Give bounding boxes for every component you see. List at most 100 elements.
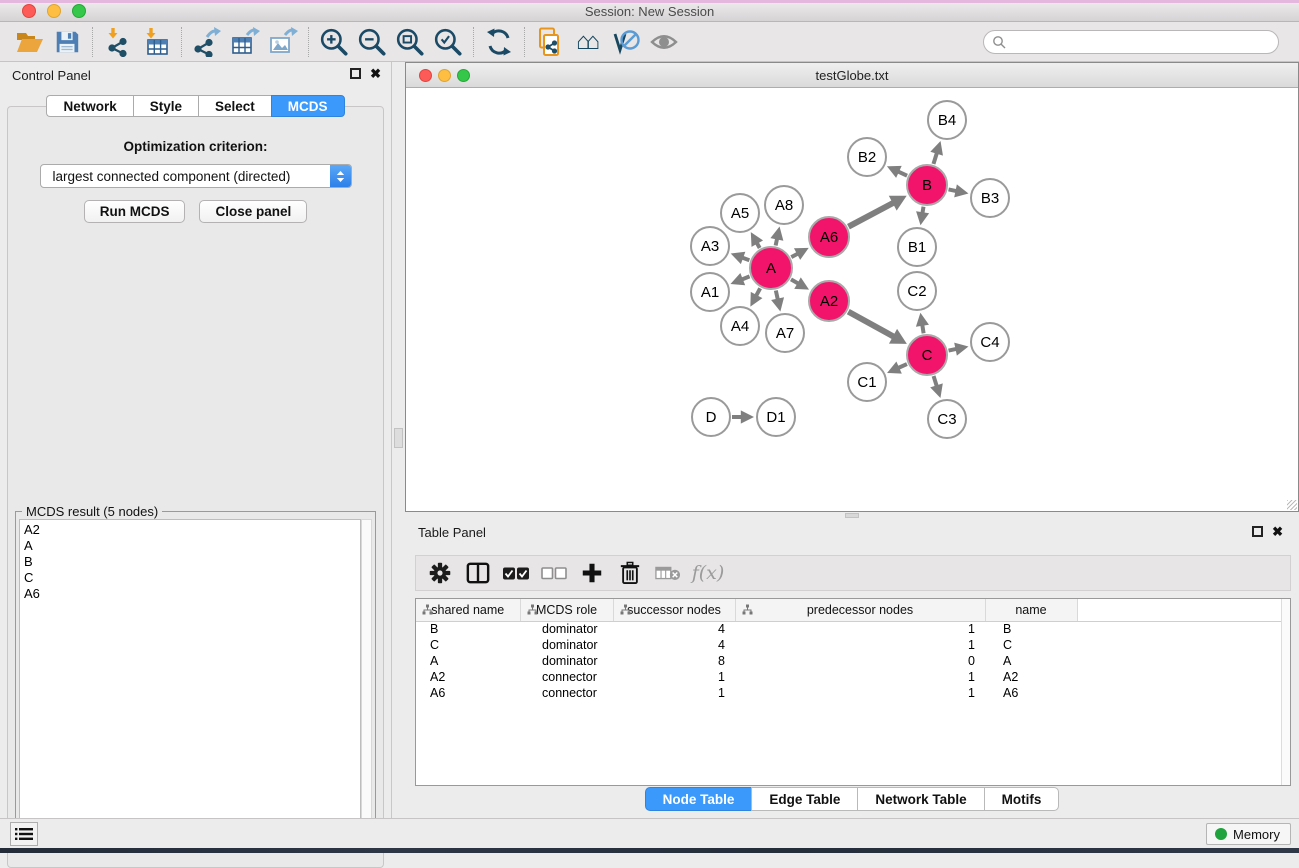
graph-node-A5[interactable]: A5 bbox=[720, 193, 760, 233]
memory-button[interactable]: Memory bbox=[1206, 823, 1291, 845]
result-list-scrollbar[interactable] bbox=[361, 519, 372, 847]
refresh-view-icon[interactable] bbox=[480, 25, 518, 59]
graph-edge[interactable] bbox=[848, 312, 895, 338]
graph-node-B2[interactable]: B2 bbox=[847, 137, 887, 177]
show-all-icon[interactable]: ⌂⌂ bbox=[569, 25, 607, 59]
delete-table-icon[interactable] bbox=[652, 558, 684, 588]
column-header-shared-name[interactable]: shared name bbox=[416, 599, 520, 621]
export-network-icon[interactable] bbox=[188, 25, 226, 59]
column-header-predecessor-nodes[interactable]: predecessor nodes bbox=[735, 599, 985, 621]
unselect-all-columns-icon[interactable] bbox=[538, 558, 570, 588]
tab-mcds[interactable]: MCDS bbox=[271, 95, 345, 117]
task-history-button[interactable] bbox=[10, 822, 38, 846]
resize-grip-icon[interactable] bbox=[1287, 500, 1297, 510]
graph-node-C3[interactable]: C3 bbox=[927, 399, 967, 439]
column-header-mcds-role[interactable]: MCDS role bbox=[520, 599, 613, 621]
show-column-panel-icon[interactable] bbox=[462, 558, 494, 588]
list-item[interactable]: B bbox=[24, 554, 356, 570]
graph-node-B[interactable]: B bbox=[906, 164, 948, 206]
zoom-in-icon[interactable] bbox=[315, 25, 353, 59]
table-cell[interactable]: 1 bbox=[735, 621, 985, 637]
graph-node-A6[interactable]: A6 bbox=[808, 216, 850, 258]
tab-network-table[interactable]: Network Table bbox=[857, 787, 983, 811]
table-cell[interactable]: dominator bbox=[520, 653, 613, 669]
export-image-icon[interactable] bbox=[264, 25, 302, 59]
tab-edge-table[interactable]: Edge Table bbox=[751, 787, 857, 811]
graph-node-C[interactable]: C bbox=[906, 334, 948, 376]
run-mcds-button[interactable]: Run MCDS bbox=[84, 200, 186, 223]
table-cell[interactable]: A bbox=[985, 653, 1077, 669]
table-cell[interactable]: C bbox=[985, 637, 1077, 653]
zoom-selected-icon[interactable] bbox=[429, 25, 467, 59]
save-session-icon[interactable] bbox=[48, 25, 86, 59]
table-cell[interactable]: 1 bbox=[735, 685, 985, 701]
table-scrollbar[interactable] bbox=[1281, 599, 1290, 785]
table-cell[interactable]: A2 bbox=[985, 669, 1077, 685]
graph-node-A1[interactable]: A1 bbox=[690, 272, 730, 312]
column-header-successor-nodes[interactable]: successor nodes bbox=[613, 599, 735, 621]
table-cell[interactable]: 1 bbox=[613, 685, 735, 701]
graph-node-B4[interactable]: B4 bbox=[927, 100, 967, 140]
list-item[interactable]: A2 bbox=[24, 522, 356, 538]
float-panel-icon[interactable] bbox=[350, 68, 361, 79]
table-cell[interactable]: 8 bbox=[613, 653, 735, 669]
table-cell[interactable]: B bbox=[985, 621, 1077, 637]
create-column-icon[interactable] bbox=[576, 558, 608, 588]
table-cell[interactable]: 1 bbox=[613, 669, 735, 685]
tab-node-table[interactable]: Node Table bbox=[645, 787, 752, 811]
close-table-panel-icon[interactable]: ✖ bbox=[1272, 526, 1283, 537]
table-cell[interactable]: dominator bbox=[520, 621, 613, 637]
panel-splitter-handle[interactable] bbox=[394, 428, 403, 448]
table-cell[interactable]: 4 bbox=[613, 637, 735, 653]
close-panel-icon[interactable]: ✖ bbox=[370, 68, 381, 79]
graph-node-D1[interactable]: D1 bbox=[756, 397, 796, 437]
table-cell[interactable]: A6 bbox=[985, 685, 1077, 701]
list-item[interactable]: A6 bbox=[24, 586, 356, 602]
open-session-icon[interactable] bbox=[10, 25, 48, 59]
graph-node-A3[interactable]: A3 bbox=[690, 226, 730, 266]
export-table-icon[interactable] bbox=[226, 25, 264, 59]
zoom-fit-icon[interactable] bbox=[391, 25, 429, 59]
close-panel-button[interactable]: Close panel bbox=[199, 200, 307, 223]
graph-node-C2[interactable]: C2 bbox=[897, 271, 937, 311]
import-table-icon[interactable] bbox=[137, 25, 175, 59]
list-item[interactable]: A bbox=[24, 538, 356, 554]
column-header-name[interactable]: name bbox=[985, 599, 1077, 621]
table-cell[interactable]: 4 bbox=[613, 621, 735, 637]
table-cell[interactable]: C bbox=[416, 637, 520, 653]
delete-column-icon[interactable] bbox=[614, 558, 646, 588]
graph-node-D[interactable]: D bbox=[691, 397, 731, 437]
graph-node-A2[interactable]: A2 bbox=[808, 280, 850, 322]
network-overview-icon[interactable] bbox=[531, 25, 569, 59]
list-item[interactable]: C bbox=[24, 570, 356, 586]
table-cell[interactable]: dominator bbox=[520, 637, 613, 653]
graph-node-B3[interactable]: B3 bbox=[970, 178, 1010, 218]
graph-node-C1[interactable]: C1 bbox=[847, 362, 887, 402]
table-cell[interactable]: 0 bbox=[735, 653, 985, 669]
zoom-out-icon[interactable] bbox=[353, 25, 391, 59]
tab-motifs[interactable]: Motifs bbox=[984, 787, 1060, 811]
table-cell[interactable]: connector bbox=[520, 685, 613, 701]
graph-node-A4[interactable]: A4 bbox=[720, 306, 760, 346]
graph-node-C4[interactable]: C4 bbox=[970, 322, 1010, 362]
float-table-panel-icon[interactable] bbox=[1252, 526, 1263, 537]
tab-network[interactable]: Network bbox=[46, 95, 132, 117]
show-graphics-details-icon[interactable] bbox=[645, 25, 683, 59]
optimization-criterion-dropdown[interactable]: largest connected component (directed) bbox=[40, 164, 352, 188]
table-settings-gear-icon[interactable] bbox=[424, 558, 456, 588]
graph-edge[interactable] bbox=[848, 202, 894, 226]
table-cell[interactable]: B bbox=[416, 621, 520, 637]
table-cell[interactable]: connector bbox=[520, 669, 613, 685]
search-field[interactable] bbox=[983, 30, 1279, 54]
table-cell[interactable]: A bbox=[416, 653, 520, 669]
graph-node-A8[interactable]: A8 bbox=[764, 185, 804, 225]
import-network-icon[interactable] bbox=[99, 25, 137, 59]
graph-node-A7[interactable]: A7 bbox=[765, 313, 805, 353]
network-canvas[interactable]: A A1 A2 A3 A4 A5 A6 A7 A8 B B1 B2 B3B4 C C1 C2 C3C4 D D1 bbox=[406, 88, 1298, 510]
search-input[interactable] bbox=[1006, 35, 1270, 49]
hide-graphics-details-icon[interactable] bbox=[607, 25, 645, 59]
table-cell[interactable]: A2 bbox=[416, 669, 520, 685]
table-cell[interactable]: 1 bbox=[735, 669, 985, 685]
graph-node-A[interactable]: A bbox=[749, 246, 793, 290]
graph-node-B1[interactable]: B1 bbox=[897, 227, 937, 267]
